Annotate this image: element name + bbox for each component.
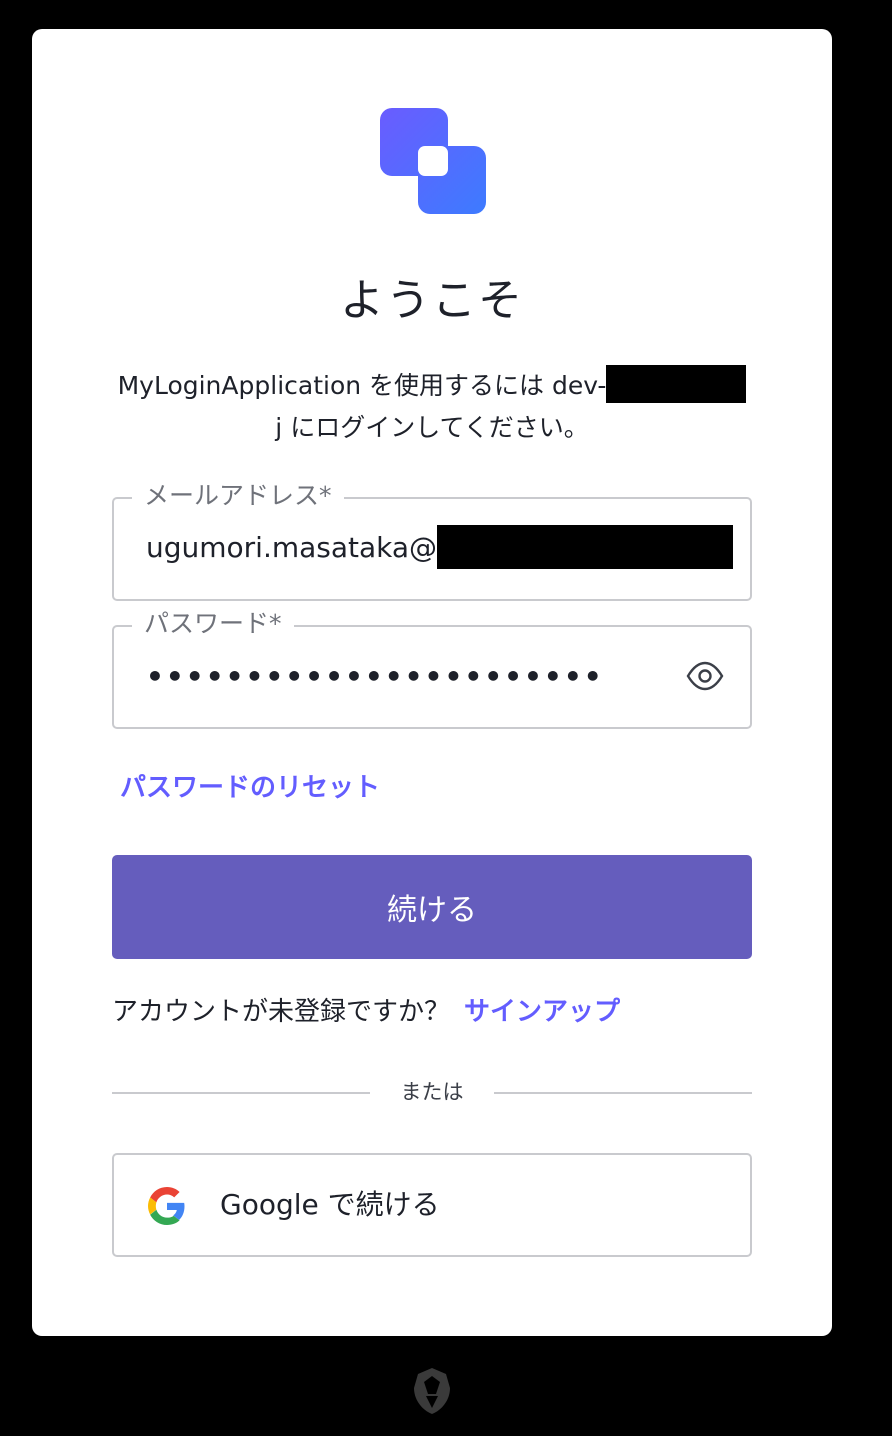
reset-password-link[interactable]: パスワードのリセット (120, 767, 380, 804)
google-button-label: Google で続ける (220, 1188, 440, 1221)
email-field-label: メールアドレス* (132, 479, 344, 513)
password-input[interactable]: ••••••••••••••••••••••• (146, 655, 604, 699)
email-value: ugumori.masataka@ (146, 531, 438, 564)
password-field-label: パスワード* (132, 607, 294, 641)
description-line-1: MyLoginApplication を使用するには dev- (117, 371, 607, 400)
signup-prompt: アカウントが未登録ですか？ (112, 997, 451, 1027)
redacted-block (437, 525, 734, 569)
eye-icon[interactable] (686, 661, 724, 691)
shield-badge-icon (414, 1368, 450, 1414)
google-icon (148, 1187, 185, 1225)
email-input[interactable]: ugumori.masataka@ (146, 525, 734, 569)
or-divider: または (112, 1075, 752, 1109)
signup-row: アカウントが未登録ですか？ サインアップ (112, 991, 620, 1028)
page-title: ようこそ (340, 275, 524, 326)
login-card: ようこそ MyLoginApplication を使用するには dev- j に… (32, 29, 832, 1336)
continue-button[interactable]: 続ける (112, 855, 752, 959)
description-line-2: j にログインしてください。 (275, 413, 589, 442)
email-field[interactable]: メールアドレス* ugumori.masataka@ (112, 479, 752, 601)
login-description: MyLoginApplication を使用するには dev- j にログインし… (72, 365, 792, 449)
google-login-button[interactable]: Google で続ける (112, 1153, 752, 1257)
password-field[interactable]: パスワード* ••••••••••••••••••••••• (112, 607, 752, 729)
divider-line (494, 1092, 752, 1094)
app-logo-icon (380, 108, 486, 214)
signup-link[interactable]: サインアップ (464, 997, 620, 1027)
redacted-block (606, 365, 747, 403)
